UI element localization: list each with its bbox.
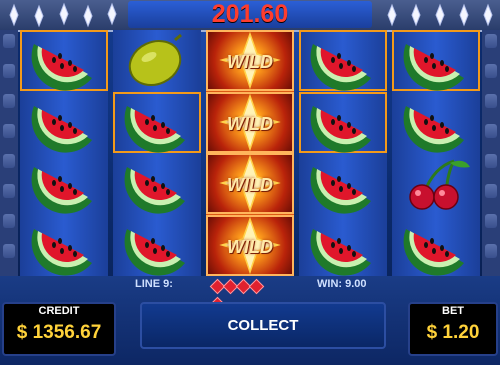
payline-marker (3, 34, 15, 48)
line-label: LINE 9: (135, 278, 173, 290)
watermelon-symbol (113, 153, 201, 214)
bet-box[interactable]: BET $ 1.20 (408, 302, 498, 356)
total-win-display: 201.60 (128, 1, 372, 28)
watermelon-symbol (113, 215, 201, 276)
wild-label: WILD (227, 113, 273, 134)
wild-symbol: WILD (206, 91, 294, 153)
payline-marker (3, 214, 15, 228)
payline-marker (485, 64, 497, 78)
payline-marker (3, 184, 15, 198)
watermelon-symbol (113, 91, 201, 153)
payline-marker (485, 124, 497, 138)
payline-marker (3, 124, 15, 138)
reel-1 (20, 30, 108, 276)
wild-label: WILD (227, 52, 273, 72)
bet-value: $ 1.20 (426, 322, 480, 343)
payline-marker (3, 64, 15, 78)
wild-label: WILD (227, 175, 273, 195)
win-label: WIN: 9.00 (317, 278, 367, 290)
payline-marker (485, 244, 497, 258)
reel-2 (113, 30, 201, 276)
wild-label: WILD (227, 236, 273, 257)
payline-marker (3, 94, 15, 108)
wild-symbol: WILD (206, 30, 294, 91)
watermelon-symbol (299, 153, 387, 214)
collect-button[interactable]: COLLECT (140, 302, 386, 349)
watermelon-symbol (20, 215, 108, 276)
watermelon-symbol (299, 215, 387, 276)
payline-marker (485, 184, 497, 198)
payline-marker (485, 94, 497, 108)
payline-marker (3, 244, 15, 258)
reel-4 (299, 30, 387, 276)
watermelon-symbol (392, 92, 480, 153)
watermelon-symbol (299, 30, 387, 91)
payline-marker (485, 214, 497, 228)
bet-gems (209, 278, 272, 313)
credit-value: $ 1356.67 (16, 322, 102, 343)
watermelon-symbol (392, 215, 480, 276)
slot-machine: 201.60 WILD WILD WILD WILD LINE 9: WIN: 9.0… (0, 0, 500, 365)
wild-symbol: WILD (206, 214, 294, 276)
watermelon-symbol (299, 91, 387, 153)
watermelon-symbol (20, 30, 108, 91)
payline-marker (485, 34, 497, 48)
wild-symbol: WILD (206, 153, 294, 214)
watermelon-symbol (20, 92, 108, 153)
payline-marker (3, 154, 15, 168)
bet-title: BET (442, 305, 464, 317)
top-bar: 201.60 (0, 0, 500, 32)
reel-grid: WILD WILD WILD WILD (20, 30, 480, 276)
reel-3: WILD WILD WILD WILD (206, 30, 294, 276)
credit-box: CREDIT $ 1356.67 (2, 302, 116, 356)
cherries-symbol (392, 153, 480, 214)
lemon-symbol (113, 30, 201, 91)
reel-5 (392, 30, 480, 276)
watermelon-symbol (392, 30, 480, 91)
watermelon-symbol (20, 153, 108, 214)
right-payline-rail (482, 30, 500, 276)
payline-marker (485, 154, 497, 168)
left-payline-rail (0, 30, 18, 276)
credit-title: CREDIT (38, 305, 80, 317)
